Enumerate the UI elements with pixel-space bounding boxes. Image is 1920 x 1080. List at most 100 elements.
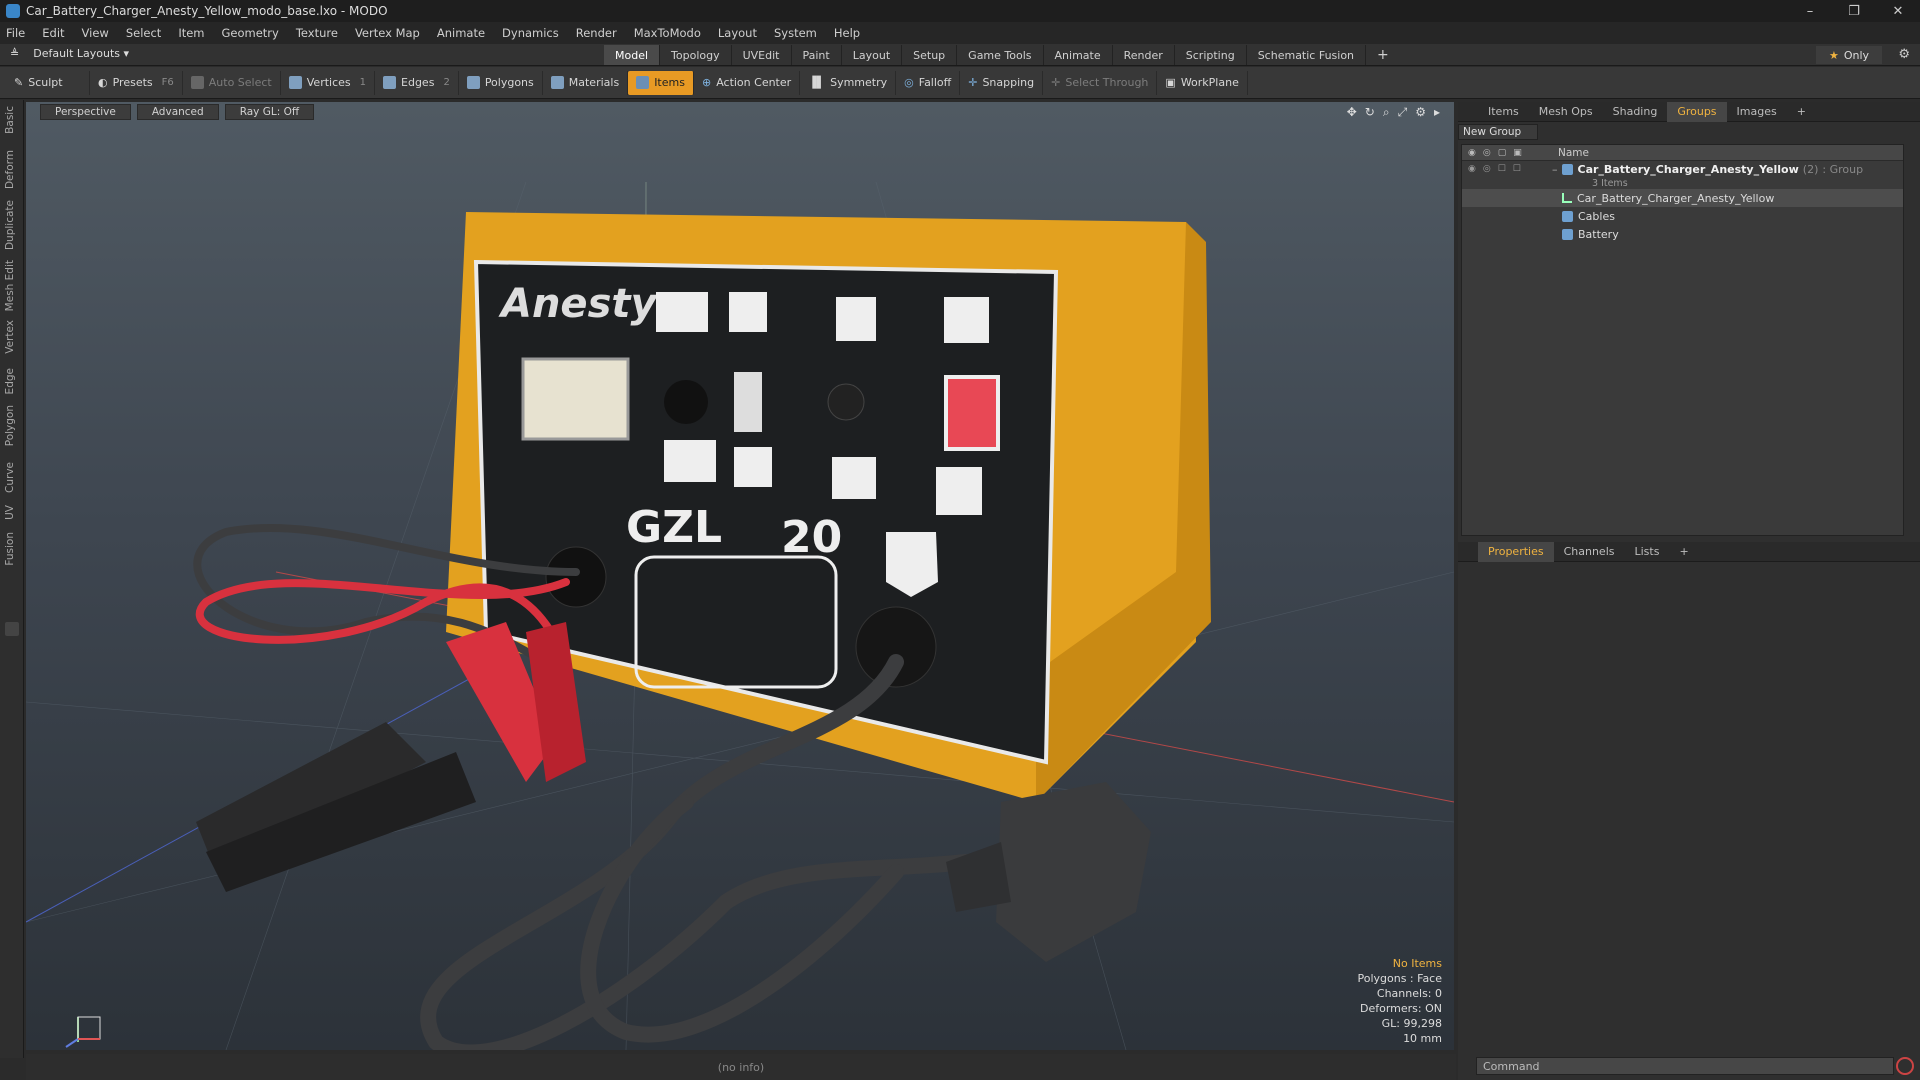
materials-button[interactable]: Materials [543, 70, 629, 95]
layout-selector[interactable]: Default Layouts ▾ [33, 47, 129, 60]
checkbox-icon[interactable]: ☐ [1498, 164, 1506, 174]
menu-texture[interactable]: Texture [296, 26, 338, 40]
left-tab-basic[interactable]: Basic [4, 106, 16, 134]
3d-viewport[interactable]: Anesty GZL 20 Perspective Advanced Ray G… [26, 102, 1454, 1050]
left-strip-toggle[interactable] [5, 622, 19, 636]
tab-uvedit[interactable]: UVEdit [732, 45, 792, 65]
tab-scripting[interactable]: Scripting [1175, 45, 1247, 65]
tab-mesh-ops[interactable]: Mesh Ops [1529, 102, 1603, 122]
zoom-view-icon[interactable]: ⌕ [1383, 105, 1390, 120]
add-tab-button[interactable]: + [1366, 45, 1400, 65]
layout-toggle-icon[interactable]: ≜ [10, 47, 19, 60]
checkbox-icon[interactable]: ☐ [1513, 164, 1521, 174]
sculpt-button[interactable]: ✎ Sculpt [6, 70, 90, 95]
left-tab-mesh-edit[interactable]: Mesh Edit [4, 260, 16, 311]
left-tab-edge[interactable]: Edge [4, 368, 16, 394]
tab-topology[interactable]: Topology [660, 45, 732, 65]
left-tab-vertex[interactable]: Vertex [4, 320, 16, 354]
column-name[interactable]: Name [1552, 147, 1589, 159]
rotate-view-icon[interactable]: ↻ [1365, 105, 1375, 120]
list-item[interactable]: Battery [1462, 225, 1903, 243]
eye-icon[interactable]: ◉ [1468, 164, 1476, 174]
items-button[interactable]: Items [628, 70, 694, 95]
menu-geometry[interactable]: Geometry [222, 26, 279, 40]
tab-properties[interactable]: Properties [1478, 541, 1554, 562]
groups-list-header: ◉ ◎ ▢ ▣ Name [1462, 145, 1903, 161]
viewport-raygl-toggle[interactable]: Ray GL: Off [224, 104, 315, 120]
polygons-button[interactable]: Polygons [459, 70, 543, 95]
list-item[interactable]: Car_Battery_Charger_Anesty_Yellow [1462, 189, 1903, 207]
tab-animate[interactable]: Animate [1044, 45, 1113, 65]
edges-button[interactable]: Edges 2 [375, 70, 459, 95]
new-group-button[interactable]: New Group [1458, 124, 1538, 140]
menu-vertex-map[interactable]: Vertex Map [355, 26, 420, 40]
viewport-menu-icon[interactable]: ▸ [1434, 105, 1440, 120]
falloff-button[interactable]: ◎ Falloff [896, 70, 961, 95]
maximize-button[interactable]: ❐ [1832, 0, 1876, 22]
viewport-settings-icon[interactable]: ⚙ [1415, 105, 1426, 120]
expand-toggle-icon[interactable]: – [1552, 163, 1558, 176]
render-icon[interactable]: ◎ [1483, 148, 1491, 158]
select-icon[interactable]: ▣ [1513, 148, 1522, 158]
tab-game-tools[interactable]: Game Tools [957, 45, 1044, 65]
tab-paint[interactable]: Paint [792, 45, 842, 65]
presets-button[interactable]: ◐ Presets F6 [90, 70, 183, 95]
select-through-button[interactable]: ✛ Select Through [1043, 70, 1158, 95]
tab-shading[interactable]: Shading [1603, 102, 1668, 122]
menu-select[interactable]: Select [126, 26, 161, 40]
move-view-icon[interactable]: ✥ [1347, 105, 1357, 120]
menu-help[interactable]: Help [834, 26, 860, 40]
action-center-button[interactable]: ⊕ Action Center [694, 70, 801, 95]
render-icon[interactable]: ◎ [1483, 164, 1491, 174]
menu-view[interactable]: View [82, 26, 109, 40]
menu-dynamics[interactable]: Dynamics [502, 26, 559, 40]
tab-images[interactable]: Images [1727, 102, 1787, 122]
left-tab-deform[interactable]: Deform [4, 150, 16, 189]
symmetry-button[interactable]: ▐▌ Symmetry [800, 70, 897, 95]
minimize-button[interactable]: – [1788, 0, 1832, 22]
tab-setup[interactable]: Setup [902, 45, 958, 65]
close-button[interactable]: ✕ [1876, 0, 1920, 22]
menu-maxtomodo[interactable]: MaxToModo [634, 26, 701, 40]
add-properties-tab-button[interactable]: + [1669, 542, 1698, 562]
eye-icon[interactable]: ◉ [1468, 148, 1476, 158]
tab-groups[interactable]: Groups [1667, 101, 1727, 122]
viewport-view-dropdown[interactable]: Perspective [40, 104, 131, 120]
add-panel-tab-button[interactable]: + [1787, 102, 1816, 122]
auto-select-button[interactable]: Auto Select [183, 70, 281, 95]
menu-render[interactable]: Render [576, 26, 617, 40]
select-through-icon: ✛ [1051, 76, 1061, 89]
menu-layout[interactable]: Layout [718, 26, 757, 40]
left-tab-curve[interactable]: Curve [4, 462, 16, 493]
lock-icon[interactable]: ▢ [1498, 148, 1507, 158]
menu-animate[interactable]: Animate [437, 26, 485, 40]
left-tab-polygon[interactable]: Polygon [4, 405, 16, 446]
tab-render[interactable]: Render [1113, 45, 1175, 65]
tab-lists[interactable]: Lists [1625, 542, 1670, 562]
viewport-shading-dropdown[interactable]: Advanced [136, 104, 219, 120]
workplane-button[interactable]: ▣ WorkPlane [1157, 70, 1248, 95]
tab-items[interactable]: Items [1478, 102, 1529, 122]
action-center-icon: ⊕ [701, 76, 712, 89]
layout-bar: ≜ Default Layouts ▾ Model Topology UVEdi… [0, 44, 1920, 66]
command-input[interactable]: Command [1476, 1057, 1894, 1075]
vertices-button[interactable]: Vertices 1 [281, 70, 376, 95]
left-tab-fusion[interactable]: Fusion [4, 532, 16, 566]
tab-channels[interactable]: Channels [1554, 542, 1625, 562]
tab-schematic-fusion[interactable]: Schematic Fusion [1247, 45, 1367, 65]
menu-edit[interactable]: Edit [42, 26, 64, 40]
menu-file[interactable]: File [6, 26, 25, 40]
snapping-button[interactable]: ✛ Snapping [960, 70, 1044, 95]
left-tab-uv[interactable]: UV [4, 505, 16, 520]
gear-icon[interactable]: ⚙ [1898, 47, 1910, 62]
list-item[interactable]: Cables [1462, 207, 1903, 225]
tab-model[interactable]: Model [604, 45, 661, 65]
left-tab-duplicate[interactable]: Duplicate [4, 200, 16, 250]
command-stop-icon[interactable] [1896, 1057, 1914, 1075]
only-toggle[interactable]: ★ Only [1816, 46, 1882, 64]
menu-system[interactable]: System [774, 26, 817, 40]
menu-item[interactable]: Item [178, 26, 204, 40]
fit-view-icon[interactable]: ⤢ [1398, 105, 1408, 120]
tab-layout[interactable]: Layout [842, 45, 903, 65]
group-row[interactable]: ◉ ◎ ☐ ☐ – Car_Battery_Charger_Anesty_Yel… [1462, 161, 1903, 177]
